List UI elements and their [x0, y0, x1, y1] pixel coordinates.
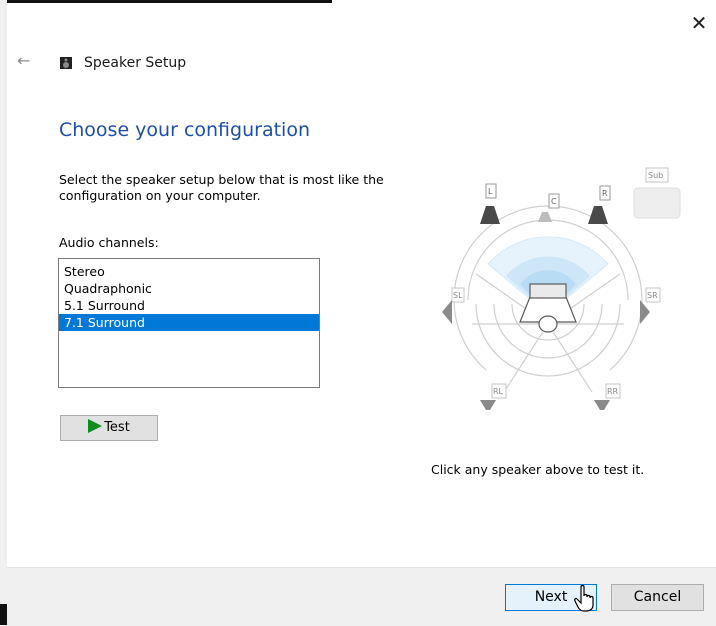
svg-text:C: C — [551, 197, 557, 206]
mouse-pointer-icon — [574, 584, 594, 612]
top-edge-bar — [0, 0, 332, 3]
speaker-layout-diagram: L C R Sub SL SR RL RR — [442, 167, 681, 410]
page-description: Select the speaker setup below that is m… — [59, 172, 384, 203]
play-icon — [88, 419, 103, 433]
channel-option-quadraphonic[interactable]: Quadraphonic — [59, 280, 319, 297]
back-arrow-icon[interactable]: ← — [17, 51, 30, 70]
svg-text:Sub: Sub — [648, 171, 663, 180]
channel-option-5-1-surround[interactable]: 5.1 Surround — [59, 297, 319, 314]
speaker-r-icon[interactable]: R — [588, 185, 611, 224]
left-window-edge — [0, 0, 7, 625]
cancel-button[interactable]: Cancel — [611, 584, 704, 611]
audio-channels-label: Audio channels: — [59, 235, 159, 250]
svg-text:SR: SR — [647, 291, 658, 300]
window-title: Speaker Setup — [84, 55, 187, 71]
svg-text:SL: SL — [453, 291, 463, 300]
svg-text:RL: RL — [493, 387, 504, 396]
dialog-footer — [7, 567, 716, 626]
channel-option-stereo[interactable]: Stereo — [59, 263, 319, 280]
speaker-c-icon[interactable]: C — [538, 193, 560, 222]
test-hint-text: Click any speaker above to test it. — [431, 462, 645, 477]
test-button-label: Test — [104, 420, 130, 435]
audio-channels-listbox[interactable]: Stereo Quadraphonic 5.1 Surround 7.1 Sur… — [58, 258, 320, 388]
close-button[interactable]: ✕ — [686, 10, 712, 36]
svg-text:L: L — [488, 187, 493, 196]
speaker-sr-icon[interactable]: SR — [640, 287, 661, 324]
speaker-l-icon[interactable]: L — [480, 183, 500, 224]
test-button[interactable]: Test — [60, 415, 158, 441]
speaker-sl-icon[interactable]: SL — [442, 287, 465, 324]
speaker-sub-icon[interactable]: Sub — [633, 167, 681, 219]
svg-text:R: R — [602, 189, 608, 198]
taskbar-fragment — [0, 604, 7, 625]
speaker-rl-icon[interactable]: RL — [480, 383, 507, 410]
speaker-app-icon — [60, 57, 72, 69]
svg-text:RR: RR — [607, 387, 619, 396]
speaker-rr-icon[interactable]: RR — [594, 383, 621, 410]
channel-option-7-1-surround[interactable]: 7.1 Surround — [59, 314, 319, 331]
page-heading: Choose your configuration — [59, 119, 310, 141]
